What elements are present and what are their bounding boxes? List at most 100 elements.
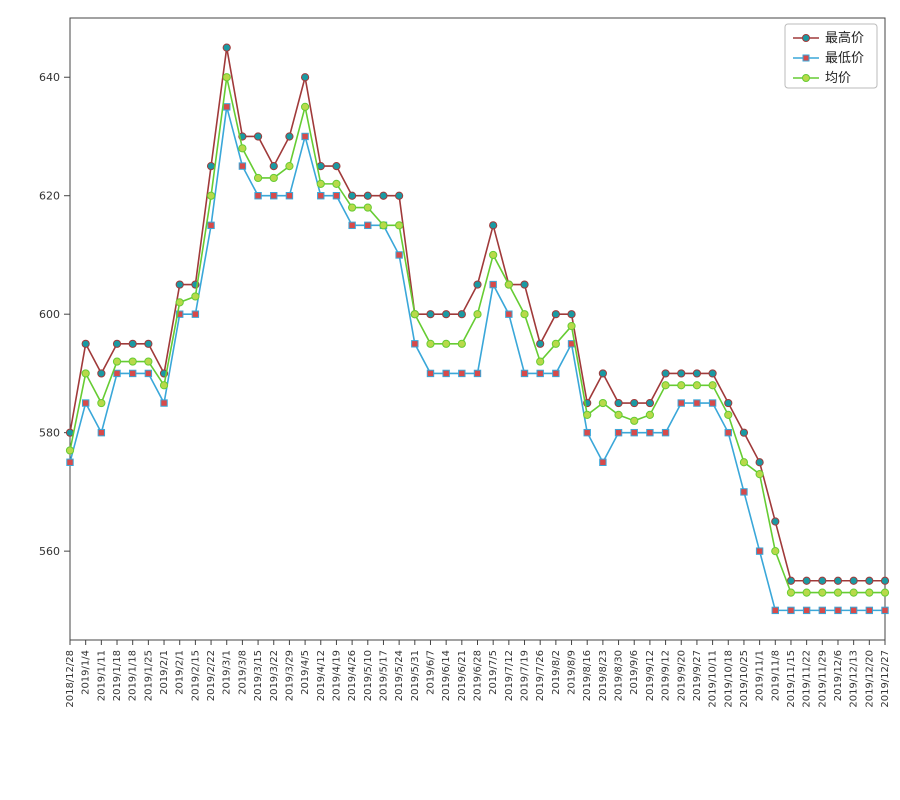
series-marker — [364, 204, 371, 211]
series-marker — [208, 222, 214, 228]
series-marker — [286, 133, 293, 140]
legend-marker — [803, 35, 810, 42]
series-marker — [631, 417, 638, 424]
series-marker — [161, 400, 167, 406]
series-marker — [380, 192, 387, 199]
series-marker — [474, 281, 481, 288]
series-marker — [82, 400, 88, 406]
x-tick-label: 2019/1/4 — [81, 650, 92, 695]
legend-marker — [803, 55, 809, 61]
series-marker — [396, 192, 403, 199]
y-tick-label: 580 — [39, 427, 60, 440]
x-tick-label: 2019/11/29 — [817, 650, 828, 708]
series-marker — [834, 577, 841, 584]
x-tick-label: 2019/1/11 — [96, 650, 107, 701]
series-marker — [270, 162, 277, 169]
series-marker — [599, 370, 606, 377]
series-marker — [537, 340, 544, 347]
x-tick-label: 2019/5/10 — [363, 650, 374, 701]
series-marker — [725, 411, 732, 418]
series-line — [70, 77, 885, 592]
series-marker — [192, 293, 199, 300]
x-tick-label: 2019/1/18 — [112, 650, 123, 701]
plot-frame — [70, 18, 885, 640]
series-marker — [176, 299, 183, 306]
series-marker — [317, 180, 324, 187]
series-marker — [270, 174, 277, 181]
series-marker — [866, 589, 873, 596]
series-marker — [98, 429, 104, 435]
series-marker — [741, 489, 747, 495]
x-tick-label: 2019/12/27 — [880, 650, 891, 708]
series-marker — [223, 74, 230, 81]
series-marker — [552, 311, 559, 318]
series-marker — [568, 322, 575, 329]
series-marker — [239, 145, 246, 152]
series-marker — [349, 192, 356, 199]
x-tick-label: 2019/11/1 — [755, 650, 766, 701]
series-marker — [286, 162, 293, 169]
series-marker — [881, 577, 888, 584]
series-marker — [254, 133, 261, 140]
series-marker — [192, 311, 198, 317]
x-tick-label: 2019/7/12 — [504, 650, 515, 701]
x-tick-label: 2019/2/1 — [159, 650, 170, 695]
x-tick-label: 2019/3/15 — [253, 650, 264, 701]
series-marker — [474, 311, 481, 318]
series-marker — [756, 459, 763, 466]
series-marker — [443, 340, 450, 347]
x-tick-label: 2019/9/27 — [692, 650, 703, 701]
series-marker — [678, 382, 685, 389]
x-tick-label: 2018/12/28 — [65, 650, 76, 708]
x-tick-label: 2019/8/2 — [551, 650, 562, 695]
x-tick-label: 2019/4/5 — [300, 650, 311, 695]
series-marker — [584, 411, 591, 418]
series-marker — [740, 429, 747, 436]
series-marker — [129, 358, 136, 365]
series-marker — [302, 133, 308, 139]
x-tick-label: 2019/7/26 — [535, 650, 546, 701]
series-marker — [66, 447, 73, 454]
series-line — [70, 107, 885, 611]
x-tick-label: 2019/6/21 — [457, 650, 468, 701]
series-marker — [98, 399, 105, 406]
series-marker — [709, 370, 716, 377]
series-marker — [459, 370, 465, 376]
series-marker — [427, 340, 434, 347]
series-marker — [709, 382, 716, 389]
series-marker — [286, 193, 292, 199]
series-marker — [615, 399, 622, 406]
x-tick-label: 2019/11/22 — [802, 650, 813, 708]
y-tick-label: 640 — [39, 71, 60, 84]
series-marker — [631, 429, 637, 435]
series-marker — [756, 548, 762, 554]
legend-label: 最低价 — [825, 51, 864, 66]
series-marker — [834, 589, 841, 596]
series-marker — [145, 370, 151, 376]
x-tick-label: 2019/11/15 — [786, 650, 797, 708]
series-marker — [301, 103, 308, 110]
series-marker — [694, 400, 700, 406]
series-marker — [537, 370, 543, 376]
series-marker — [129, 340, 136, 347]
series-marker — [145, 340, 152, 347]
x-tick-label: 2019/8/23 — [598, 650, 609, 701]
series-marker — [490, 222, 497, 229]
x-tick-label: 2019/12/6 — [833, 650, 844, 701]
series-marker — [521, 311, 528, 318]
series-marker — [647, 429, 653, 435]
series-marker — [412, 341, 418, 347]
series-marker — [600, 459, 606, 465]
series-marker — [505, 281, 512, 288]
series-marker — [396, 252, 402, 258]
series-marker — [458, 311, 465, 318]
series-marker — [67, 459, 73, 465]
x-tick-label: 2019/9/20 — [676, 650, 687, 701]
series-marker — [333, 162, 340, 169]
x-tick-label: 2019/5/17 — [378, 650, 389, 701]
legend-marker — [803, 75, 810, 82]
series-marker — [568, 311, 575, 318]
x-tick-label: 2019/9/6 — [629, 650, 640, 695]
series-marker — [129, 370, 135, 376]
x-tick-label: 2019/4/26 — [347, 650, 358, 701]
